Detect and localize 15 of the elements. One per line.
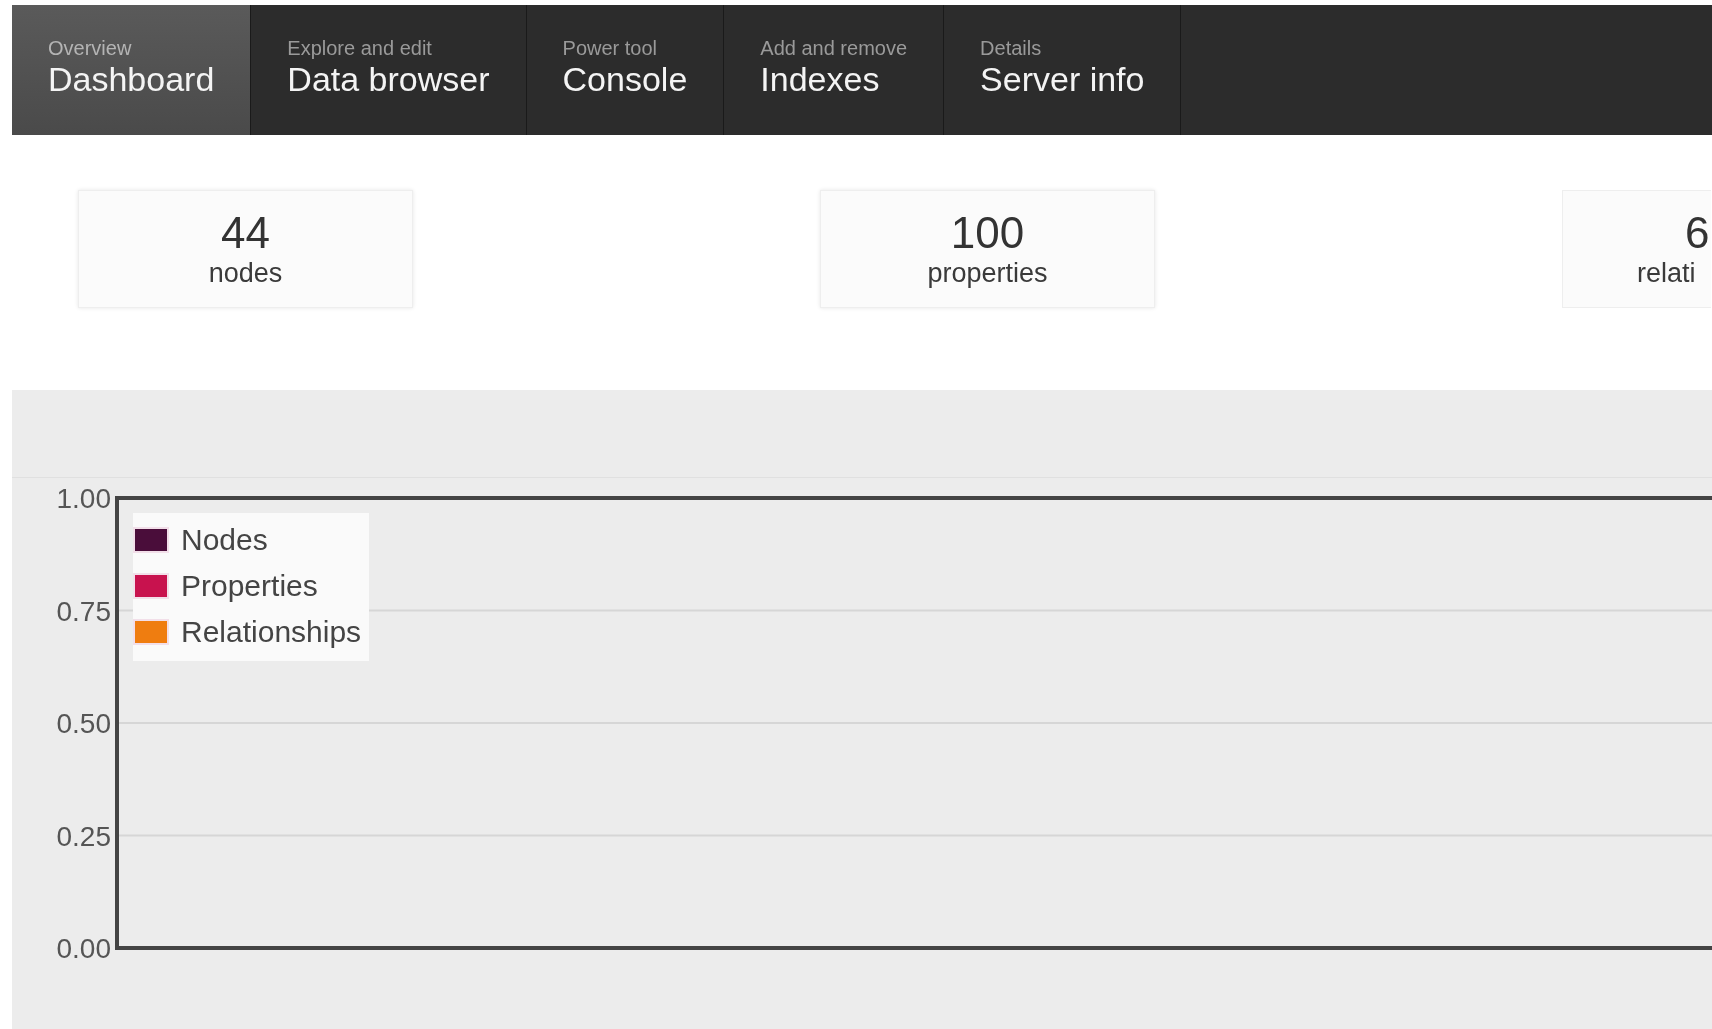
stat-label: nodes (208, 257, 283, 289)
stat-value: 44 (221, 209, 270, 257)
nav-tab[interactable]: Overview Dashboard (12, 5, 252, 135)
stat-value: 100 (950, 209, 1025, 257)
y-tick-label: 0.75 (56, 595, 111, 627)
y-tick-label: 0.00 (56, 933, 111, 964)
y-tick-label: 1.00 (56, 483, 111, 514)
legend-label: Nodes (181, 522, 268, 558)
stat-label: properties (927, 257, 1048, 289)
legend-label: Properties (181, 568, 318, 604)
legend-label: Relationships (181, 614, 362, 650)
y-tick-label: 0.50 (56, 708, 111, 739)
stat-value: 6 (1684, 209, 1710, 257)
y-tick-label: 0.25 (56, 820, 111, 852)
stat-label: relati (1637, 257, 1696, 289)
